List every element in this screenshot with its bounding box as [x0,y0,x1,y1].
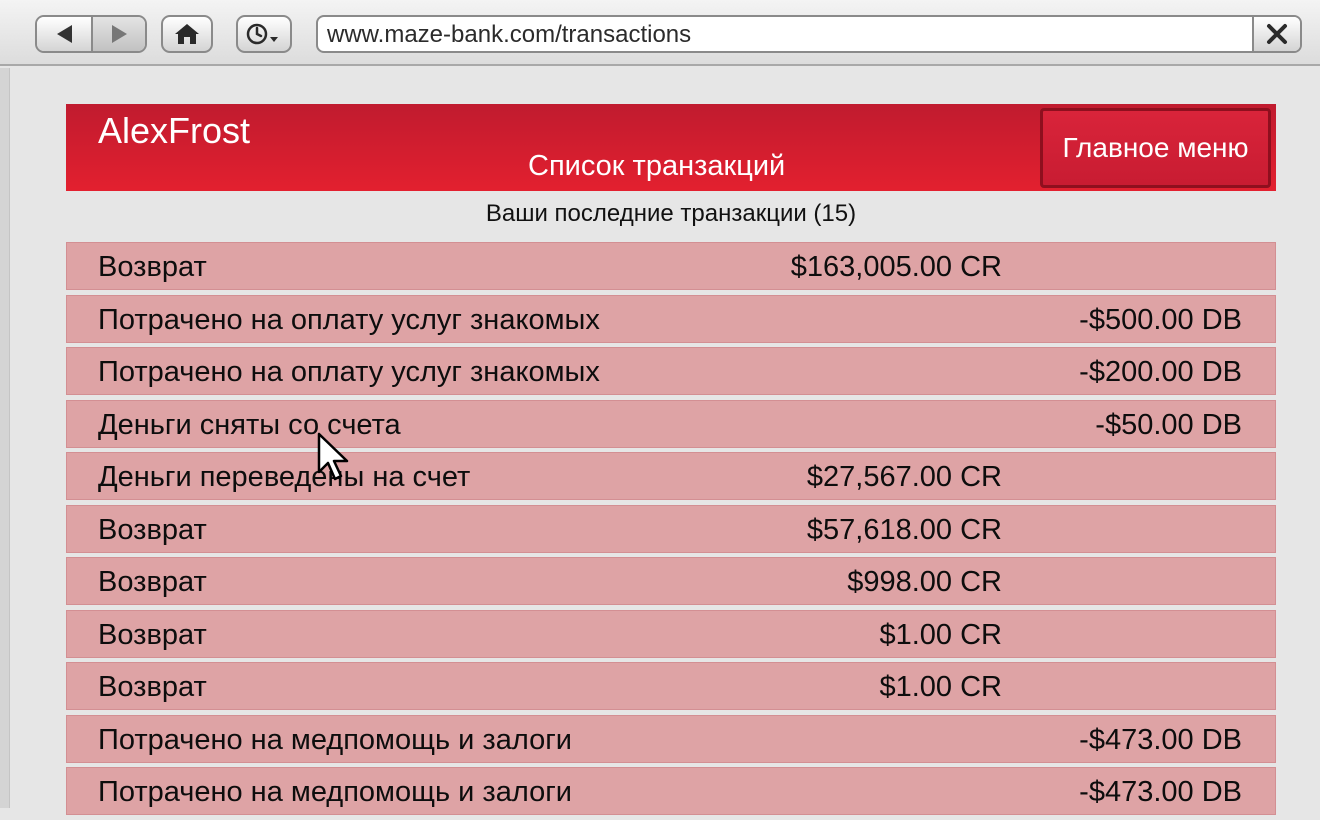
transaction-row: Возврат $57,618.00 CR [66,504,1276,553]
transaction-row: Деньги сняты со счета -$50.00 DB [66,399,1276,448]
browser-toolbar: www.maze-bank.com/transactions [0,0,1320,66]
transaction-row: Потрачено на медпомощь и залоги -$473.00… [66,714,1276,763]
transaction-debit: -$500.00 DB [1079,303,1242,336]
transaction-row: Потрачено на оплату услуг знакомых -$200… [66,347,1276,395]
transaction-description: Потрачено на медпомощь и залоги [98,776,572,808]
clock-dropdown-icon [246,23,278,45]
transaction-description: Потрачено на оплату услуг знакомых [98,303,600,336]
forward-button[interactable] [91,17,145,51]
home-icon [175,24,199,44]
history-button[interactable] [236,15,292,53]
main-menu-button[interactable]: Главное меню [1040,108,1271,188]
address-bar[interactable]: www.maze-bank.com/transactions [316,15,1302,53]
transaction-debit: -$473.00 DB [1079,776,1242,808]
page-title: Список транзакций [528,150,786,182]
transaction-description: Деньги переведены на счет [98,461,471,493]
transaction-description: Возврат [98,513,207,546]
transaction-credit: $163,005.00 CR [790,251,1002,283]
transaction-credit: $998.00 CR [847,566,1002,598]
transaction-description: Возврат [98,618,207,651]
transaction-row: Возврат $163,005.00 CR [66,242,1276,290]
close-button[interactable] [1252,17,1300,51]
transaction-row: Возврат $998.00 CR [66,557,1276,605]
nav-button-group [35,15,147,53]
transaction-row: Деньги переведены на счет $27,567.00 CR [66,452,1276,500]
transaction-debit: -$200.00 DB [1079,356,1242,388]
transaction-description: Возврат [98,566,207,598]
transaction-description: Деньги сняты со счета [98,408,401,441]
transaction-description: Возврат [98,671,207,703]
transaction-debit: -$473.00 DB [1079,723,1242,756]
transactions-summary: Ваши последние транзакции (15) [485,200,857,227]
transaction-description: Потрачено на оплату услуг знакомых [98,356,600,388]
transaction-debit: -$50.00 DB [1095,408,1242,441]
forward-arrow-icon [111,25,127,43]
transaction-row: Возврат $1.00 CR [66,609,1276,658]
transactions-list: Возврат $163,005.00 CR Потрачено на опла… [66,242,1276,820]
close-icon [1267,24,1287,44]
transaction-credit: $57,618.00 CR [806,513,1002,546]
home-button[interactable] [161,15,213,53]
account-name: AlexFrost [98,110,251,151]
back-button[interactable] [37,17,91,51]
transaction-row: Возврат $1.00 CR [66,662,1276,710]
transaction-credit: $1.00 CR [879,671,1002,703]
page-left-edge [0,68,10,808]
transaction-description: Возврат [98,251,207,283]
url-text[interactable]: www.maze-bank.com/transactions [327,21,691,49]
transaction-credit: $1.00 CR [879,618,1002,651]
transaction-credit: $27,567.00 CR [806,461,1002,493]
transaction-row: Потрачено на оплату услуг знакомых -$500… [66,294,1276,343]
account-header: AlexFrost Список транзакций Главное меню [66,104,1276,191]
back-arrow-icon [56,25,72,43]
transaction-description: Потрачено на медпомощь и залоги [98,723,572,756]
